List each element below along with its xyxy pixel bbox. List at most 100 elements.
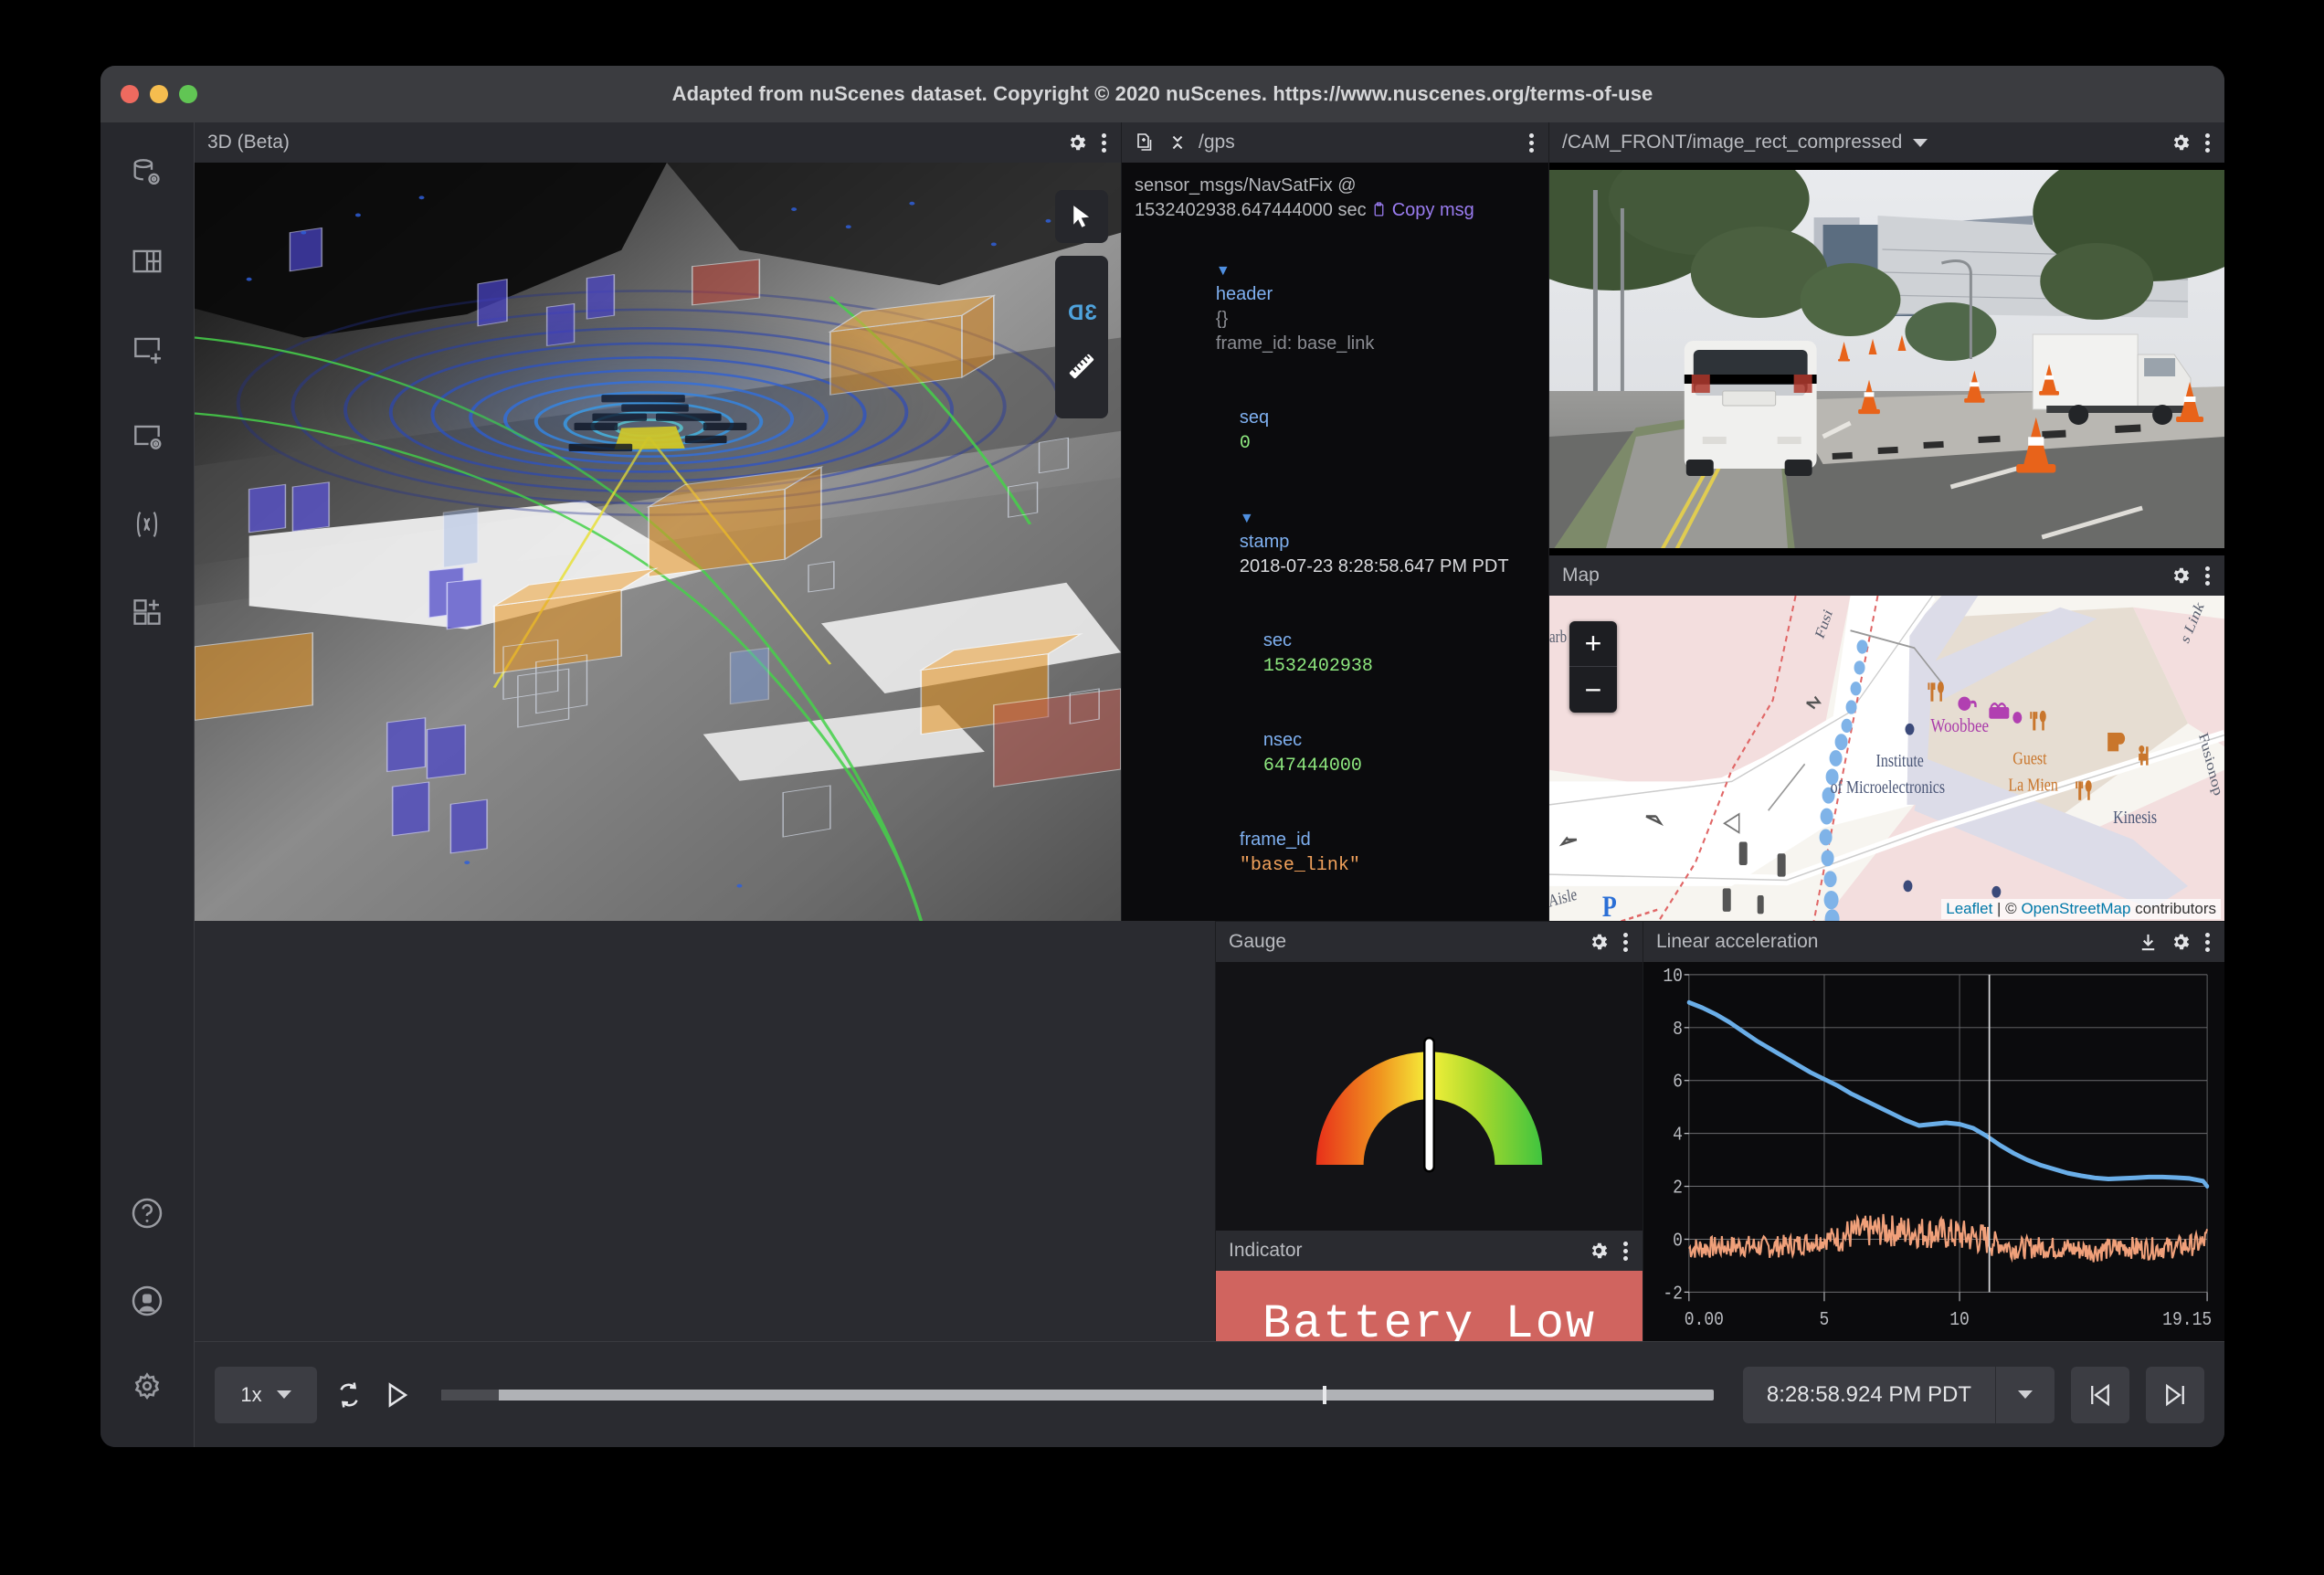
seek-backward-icon xyxy=(2086,1381,2114,1409)
pointer-tool-button[interactable] xyxy=(1055,190,1108,243)
collapse-vertical-icon xyxy=(1167,132,1188,153)
playback-time-group: 8:28:58.924 PM PDT xyxy=(1743,1367,2055,1423)
map-zoom-in-button[interactable]: + xyxy=(1569,621,1617,667)
gps-row-sec: sec 1532402938 xyxy=(1135,604,1536,703)
panel-gps-copy-topic-icon[interactable] xyxy=(1135,132,1157,153)
sidebar-item-variables[interactable] xyxy=(120,497,174,552)
gps-header-summary: frame_id: base_link xyxy=(1216,333,1374,354)
ruler-icon xyxy=(1065,350,1098,383)
x-tick-label: 19.15 xyxy=(2162,1309,2212,1331)
panel-map-body[interactable]: Woobbee Institute of Microelectronics Gu… xyxy=(1549,596,2224,921)
camera-map-column: /CAM_FRONT/image_rect_compressed xyxy=(1548,122,2224,921)
panel-camera-body[interactable] xyxy=(1549,163,2224,555)
playback-speed-label: 1x xyxy=(240,1383,261,1407)
gps-message-heading: sensor_msgs/NavSatFix @ 1532402938.64744… xyxy=(1135,174,1536,226)
panel-indicator-gear-icon[interactable] xyxy=(1588,1240,1610,1262)
playback-seek-forward-button[interactable] xyxy=(2146,1367,2204,1423)
x-tick-label: 10 xyxy=(1949,1309,1970,1331)
panel-plot-body[interactable]: -202468100.0051019.15 xyxy=(1643,962,2224,1341)
gps-val-sec: 1532402938 xyxy=(1263,656,1373,677)
gps-val-frame-id: "base_link" xyxy=(1240,855,1360,876)
panel-map-kebab-icon[interactable] xyxy=(2203,564,2212,588)
gear-icon xyxy=(1066,132,1088,153)
panel-camera-header: /CAM_FRONT/image_rect_compressed xyxy=(1549,122,2224,163)
panel-indicator-title: Indicator xyxy=(1229,1240,1303,1262)
playback-play-button[interactable] xyxy=(381,1379,412,1411)
map-parking-icon: P xyxy=(1602,891,1617,921)
panel-gps-body[interactable]: sensor_msgs/NavSatFix @ 1532402938.64744… xyxy=(1122,163,1548,921)
header-expand-caret[interactable]: ▼ xyxy=(1216,263,1231,279)
panel-gps: /gps sensor_msgs/NavSatFix @ 1532402938.… xyxy=(1121,122,1548,921)
panel-gauge-gear-icon[interactable] xyxy=(1588,931,1610,953)
panel-3d-gear-icon[interactable] xyxy=(1066,132,1088,153)
gps-row-status[interactable]: ▼ status {} 2 keys xyxy=(1135,903,1536,921)
sidebar-item-help[interactable] xyxy=(120,1186,174,1241)
panel-grid: 3D (Beta) xyxy=(195,122,2224,921)
playback-time-dropdown[interactable] xyxy=(1996,1367,2055,1423)
play-icon xyxy=(381,1379,412,1411)
gps-val-stamp: 2018-07-23 8:28:58.647 PM PDT xyxy=(1240,556,1509,576)
panel-gauge-kebab-icon[interactable] xyxy=(1621,930,1630,955)
map-label-woobbee: Woobbee xyxy=(1930,715,1989,736)
panel-camera-kebab-icon[interactable] xyxy=(2203,131,2212,155)
chevron-down-icon xyxy=(2018,1390,2033,1399)
sidebar-item-settings[interactable] xyxy=(120,1361,174,1416)
panel-3d-kebab-icon[interactable] xyxy=(1099,131,1108,155)
panel-plot-gear-icon[interactable] xyxy=(2170,931,2192,953)
gear-icon xyxy=(1588,1240,1610,1262)
panel-gps-kebab-icon[interactable] xyxy=(1526,131,1536,155)
panel-settings-icon xyxy=(130,419,164,454)
map-zoom-out-button[interactable]: − xyxy=(1569,667,1617,713)
panel-gps-collapse-icon[interactable] xyxy=(1167,132,1188,153)
seek-forward-icon xyxy=(2161,1381,2189,1409)
left-sidebar xyxy=(100,122,195,1447)
variables-icon xyxy=(129,506,165,543)
osm-link[interactable]: OpenStreetMap xyxy=(2021,900,2130,917)
y-tick-label: 6 xyxy=(1673,1072,1683,1094)
copy-clipboard-icon[interactable] xyxy=(1371,201,1387,226)
sidebar-item-account[interactable] xyxy=(120,1274,174,1328)
panel-gauge-indicator-column: Gauge xyxy=(1215,921,1643,1341)
gps-row-header[interactable]: ▼ header {} frame_id: base_link xyxy=(1135,233,1536,381)
panel-plot-download-icon[interactable] xyxy=(2138,932,2159,953)
panel-map-gear-icon[interactable] xyxy=(2170,565,2192,587)
gps-val-nsec: 647444000 xyxy=(1263,756,1362,777)
sidebar-item-panel-settings[interactable] xyxy=(120,409,174,464)
panel-plot-header: Linear acceleration xyxy=(1643,922,2224,962)
panel-3d-title: 3D (Beta) xyxy=(207,132,290,153)
chevron-down-icon xyxy=(277,1390,291,1399)
measure-tool-button[interactable]: 3D xyxy=(1055,256,1108,418)
sidebar-item-data-source[interactable] xyxy=(120,146,174,201)
gps-copy-msg-link[interactable]: Copy msg xyxy=(1392,200,1474,220)
sidebar-item-layout[interactable] xyxy=(120,234,174,289)
playback-seek-backward-button[interactable] xyxy=(2071,1367,2129,1423)
panel-camera-gear-icon[interactable] xyxy=(2170,132,2192,153)
playback-seek-track[interactable] xyxy=(441,1390,1714,1401)
gps-row-seq: seq 0 xyxy=(1135,381,1536,481)
panel-plot-kebab-icon[interactable] xyxy=(2203,930,2212,955)
three-d-mode-label: 3D xyxy=(1067,301,1097,326)
stamp-expand-caret[interactable]: ▼ xyxy=(1240,511,1254,526)
duplicate-document-icon xyxy=(1135,132,1157,153)
playback-position-marker[interactable] xyxy=(1323,1386,1326,1404)
add-panel-icon xyxy=(130,332,164,366)
map-zoom-controls[interactable]: + − xyxy=(1569,621,1617,713)
playback-time-display[interactable]: 8:28:58.924 PM PDT xyxy=(1743,1367,1995,1423)
data-source-icon xyxy=(129,155,165,192)
three-d-scene[interactable] xyxy=(195,163,1121,921)
panel-indicator-kebab-icon[interactable] xyxy=(1621,1239,1630,1263)
gps-row-stamp[interactable]: ▼ stamp 2018-07-23 8:28:58.647 PM PDT xyxy=(1135,481,1536,604)
series-accel_x xyxy=(1689,1214,2207,1263)
linear-acceleration-chart: -202468100.0051019.15 xyxy=(1643,962,2224,1341)
gps-key-frame-id: frame_id xyxy=(1240,830,1311,850)
leaflet-link[interactable]: Leaflet xyxy=(1946,900,1992,917)
panel-3d-body[interactable]: 3D xyxy=(195,163,1121,921)
extensions-icon xyxy=(130,595,164,629)
sidebar-item-add-panel[interactable] xyxy=(120,322,174,376)
playback-bar: 1x xyxy=(195,1341,2224,1447)
settings-gear-icon xyxy=(128,1369,166,1408)
camera-topic-dropdown-caret[interactable] xyxy=(1913,139,1928,147)
playback-loop-button[interactable] xyxy=(333,1379,364,1411)
sidebar-item-extensions[interactable] xyxy=(120,585,174,640)
playback-speed-button[interactable]: 1x xyxy=(215,1367,317,1423)
